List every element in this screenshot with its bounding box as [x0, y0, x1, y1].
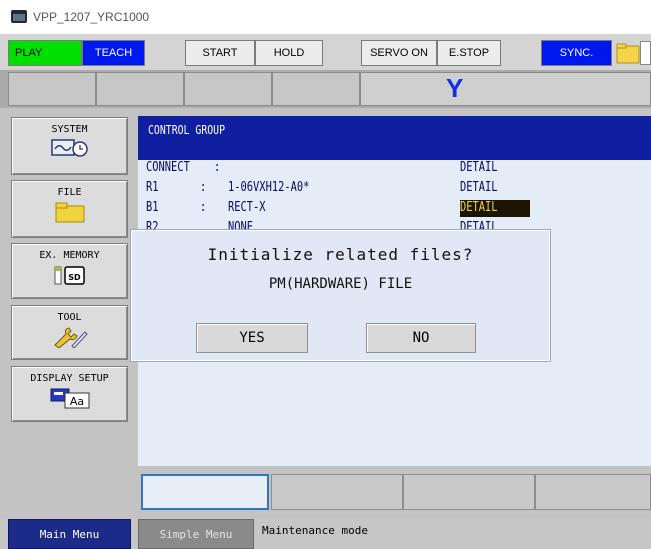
sidebar-item-system[interactable]: SYSTEM: [11, 117, 128, 175]
window-title: VPP_1207_YRC1000: [33, 10, 150, 24]
simple-menu-button[interactable]: Simple Menu: [138, 519, 254, 549]
panel-title-bar: CONTROL GROUP: [138, 116, 651, 160]
svg-text:Aa: Aa: [69, 395, 83, 408]
sidebar-item-label: EX. MEMORY: [39, 250, 100, 261]
folder-icon: [55, 202, 84, 223]
function-slot[interactable]: [184, 72, 272, 106]
panel-title: CONTROL GROUP: [148, 123, 226, 137]
dialog-file-name: PM(HARDWARE) FILE: [268, 276, 413, 292]
start-button[interactable]: START: [185, 40, 255, 66]
sync-button[interactable]: SYNC.: [541, 40, 612, 66]
document-icon[interactable]: [640, 41, 651, 65]
no-button[interactable]: NO: [366, 323, 476, 353]
bottom-slot[interactable]: [535, 474, 651, 510]
function-slot[interactable]: [8, 72, 96, 106]
app-icon: [11, 10, 27, 23]
tool-icon: [53, 327, 88, 348]
group-indicator-slot: [360, 72, 651, 106]
dialog-question: Initialize related files?: [207, 245, 474, 264]
row-separator: :: [200, 180, 207, 195]
row-key-r1: R1: [146, 180, 159, 195]
row-detail-connect[interactable]: DETAIL: [460, 160, 498, 175]
sd-card-icon: SD: [54, 266, 85, 285]
mode-status: Maintenance mode: [262, 524, 368, 537]
sidebar-item-label: TOOL: [57, 312, 82, 323]
bottom-slot[interactable]: [141, 474, 269, 510]
function-slot[interactable]: [272, 72, 360, 106]
system-monitor-clock-icon: [50, 139, 88, 157]
bottom-slot[interactable]: [403, 474, 535, 510]
row-value-r1: 1-06VXH12-A0*: [228, 180, 310, 195]
estop-button[interactable]: E.STOP: [437, 40, 501, 66]
sidebar-item-label: DISPLAY SETUP: [30, 373, 109, 384]
folder-icon[interactable]: [616, 41, 640, 65]
row-detail-b1[interactable]: DETAIL: [460, 200, 498, 215]
play-button[interactable]: PLAY: [8, 40, 82, 66]
group-indicator: Y: [446, 73, 464, 103]
sidebar-item-tool[interactable]: TOOL: [11, 305, 128, 360]
sidebar-item-display-setup[interactable]: DISPLAY SETUP Aa: [11, 366, 128, 422]
display-setup-icon: Aa: [50, 388, 89, 409]
row-separator: :: [214, 160, 221, 175]
teach-button[interactable]: TEACH: [82, 40, 145, 66]
servo-on-button[interactable]: SERVO ON: [361, 40, 437, 66]
yes-button[interactable]: YES: [196, 323, 308, 353]
bottom-slot[interactable]: [271, 474, 403, 510]
row-separator: :: [200, 200, 207, 215]
row-key-b1: B1: [146, 200, 159, 215]
sidebar-item-label: SYSTEM: [51, 124, 88, 135]
hold-button[interactable]: HOLD: [255, 40, 323, 66]
sidebar-item-label: FILE: [57, 187, 82, 198]
function-slot[interactable]: [96, 72, 184, 106]
main-menu-button[interactable]: Main Menu: [8, 519, 131, 549]
row-value-b1: RECT-X: [228, 200, 266, 215]
row-detail-r1[interactable]: DETAIL: [460, 180, 498, 195]
svg-text:SD: SD: [68, 273, 81, 282]
row-key-connect: CONNECT: [146, 160, 190, 175]
sidebar-item-ex-memory[interactable]: EX. MEMORY SD: [11, 243, 128, 299]
sidebar-item-file[interactable]: FILE: [11, 180, 128, 238]
